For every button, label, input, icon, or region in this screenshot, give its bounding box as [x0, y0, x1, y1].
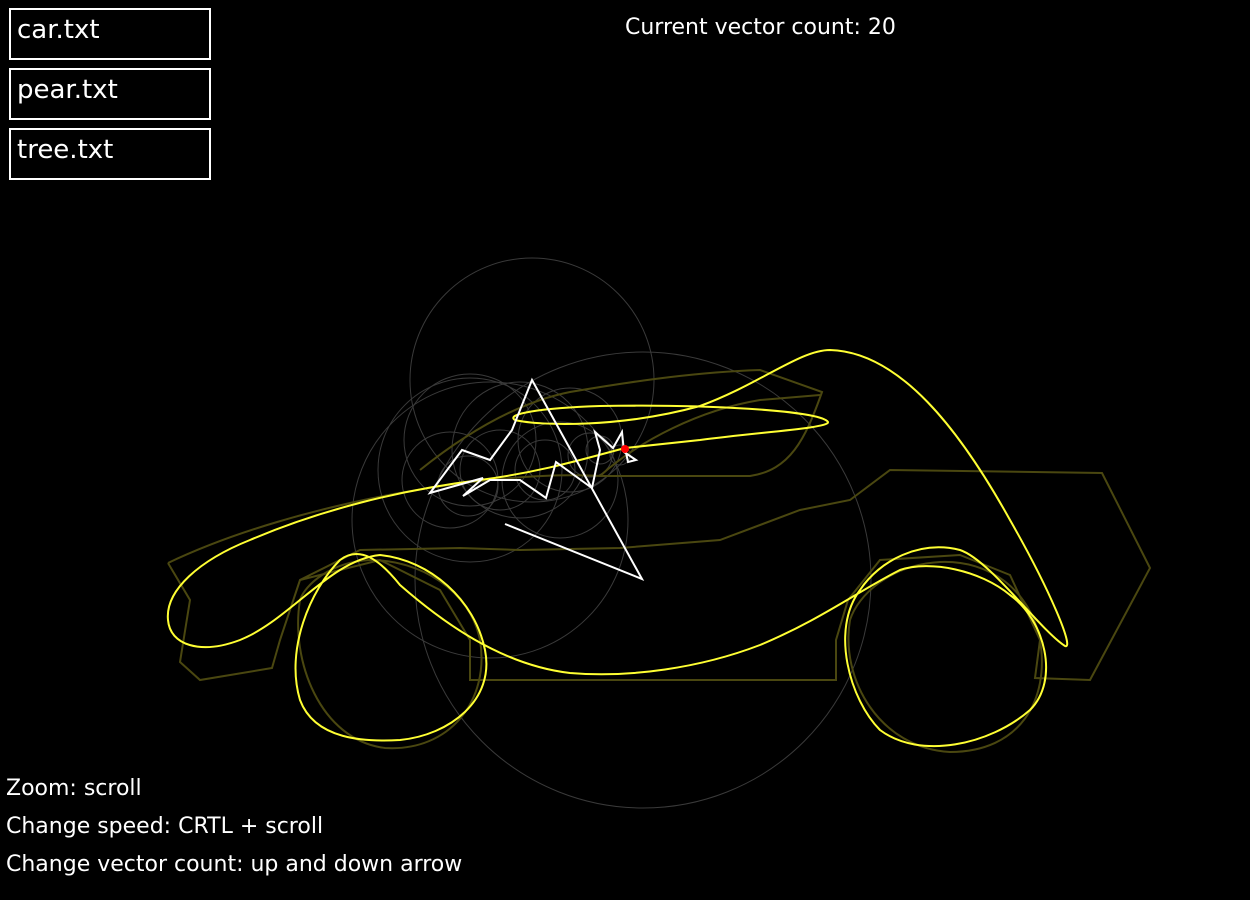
- target-car-outline: [167, 368, 1152, 754]
- help-vector-count-text: Change vector count: up and down arrow: [6, 852, 463, 877]
- file-button-label: tree.txt: [17, 135, 114, 165]
- vector-count-label: Current vector count:: [625, 15, 861, 40]
- file-button-tree[interactable]: tree.txt: [9, 128, 211, 180]
- fourier-drawing-canvas[interactable]: car.txt pear.txt tree.txt Current vector…: [0, 0, 1250, 900]
- epicycle-circles: [351, 257, 872, 809]
- vector-count-value: 20: [867, 15, 896, 40]
- file-button-pear[interactable]: pear.txt: [9, 68, 211, 120]
- file-button-label: car.txt: [17, 15, 100, 45]
- help-speed-text: Change speed: CRTL + scroll: [6, 814, 324, 839]
- file-button-car[interactable]: car.txt: [9, 8, 211, 60]
- file-button-label: pear.txt: [17, 75, 118, 105]
- help-zoom-text: Zoom: scroll: [6, 776, 142, 801]
- pen-tip: [621, 445, 629, 453]
- vector-count-status: Current vector count: 20: [625, 15, 896, 40]
